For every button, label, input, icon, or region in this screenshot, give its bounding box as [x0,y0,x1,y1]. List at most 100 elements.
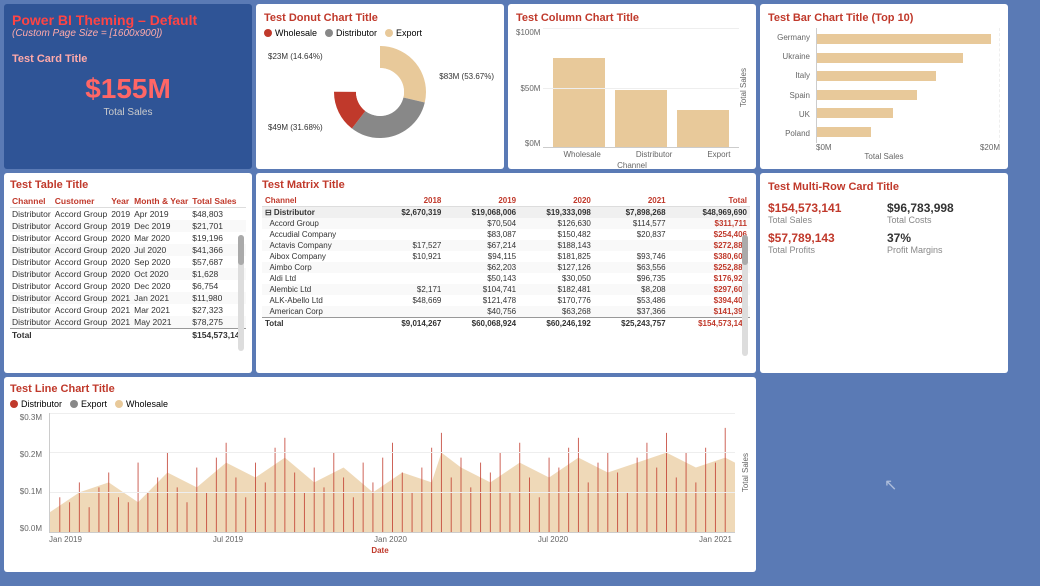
bar-poland: Poland [785,129,810,138]
h-bar-ukraine [816,53,963,63]
bar-distributor [615,90,667,148]
total-profits-label: Total Profits [768,245,881,255]
table-row: DistributorAccord Group2020Mar 2020$19,1… [10,232,246,244]
line-card: Test Line Chart Title Distributor Export… [4,377,756,572]
matrix-row: Aimbo Corp$62,203$127,126$63,556$252,885 [262,262,750,273]
cursor-indicator: ↖ [884,475,897,495]
total-costs-value: $96,783,998 [887,201,1000,215]
bar-x-ticks: $0M $20M [816,143,1000,152]
line-title: Test Line Chart Title [10,383,750,395]
bar-ukraine: Ukraine [782,52,810,61]
bar-card: Test Bar Chart Title (Top 10) Germany Uk… [760,4,1008,169]
legend-wholesale: Wholesale [264,28,317,38]
total-profits-value: $57,789,143 [768,231,881,245]
table-title: Test Table Title [10,179,246,191]
multirow-total-costs: $96,783,998 Total Costs [887,201,1000,225]
column-title: Test Column Chart Title [516,12,748,24]
main-title: Power BI Theming – Default [12,12,244,28]
bar-title: Test Bar Chart Title (Top 10) [768,12,1000,24]
x-jan2020: Jan 2020 [374,535,407,544]
x-label-export: Export [707,150,730,159]
matrix-row: Actavis Company$17,527$67,214$188,143$27… [262,240,750,251]
matrix-title: Test Matrix Title [262,179,750,191]
h-bar-poland [816,127,871,137]
segment-label-1: $23M (14.64%) [268,52,323,61]
bar-italy: Italy [795,71,810,80]
line-svg [50,413,735,532]
matrix-col-2019: 2019 [444,195,519,207]
line-y-label: Total Sales [741,453,750,492]
matrix-row: Alembic Ltd$2,171$104,741$182,481$8,208$… [262,284,750,295]
bar-y-labels: Germany Ukraine Italy Spain UK Poland [768,28,813,143]
line-y-axis: $0.3M $0.2M $0.1M $0.0M [10,413,45,533]
matrix-table: Channel 2018 2019 2020 2021 Total ⊟ Dist… [262,195,750,329]
matrix-card: Test Matrix Title Channel 2018 2019 2020… [256,173,756,373]
legend-export-line: Export [70,399,107,409]
donut-chart [325,37,435,147]
matrix-row: American Corp$40,756$63,268$37,366$141,3… [262,306,750,318]
matrix-row: Accord Group$70,504$126,630$114,577$311,… [262,218,750,229]
y-0.2m: $0.2M [20,450,42,459]
table-row: DistributorAccord Group2019Dec 2019$21,7… [10,220,246,232]
h-bar-germany [816,34,991,44]
dist-label: Distributor [21,399,62,409]
total-sales-label: Total Sales [768,215,881,225]
table-scrollbar[interactable] [238,235,244,351]
matrix-row: Aibox Company$10,921$94,115$181,825$93,7… [262,251,750,262]
bar-germany: Germany [777,33,810,42]
y-0.0m: $0.0M [20,524,42,533]
distributor-dot [325,29,333,37]
col-channel: Channel [10,195,53,208]
line-x-ticks: Jan 2019 Jul 2019 Jan 2020 Jul 2020 Jan … [49,535,732,544]
x-label-distributor: Distributor [636,150,672,159]
x-jul2019: Jul 2019 [213,535,243,544]
table-total-row: Total$154,573,141 [10,329,246,342]
table-row: DistributorAccord Group2020Sep 2020$57,6… [10,256,246,268]
x-jan2019: Jan 2019 [49,535,82,544]
dashboard: Power BI Theming – Default (Custom Page … [0,0,1040,586]
h-bar-italy [816,71,936,81]
h-bar-uk [816,108,893,118]
table-card: Test Table Title Channel Customer Year M… [4,173,252,373]
total-costs-label: Total Costs [887,215,1000,225]
x-label-wholesale: Wholesale [564,150,601,159]
wholesale-label: Wholesale [275,28,317,38]
bar-export [677,110,729,148]
bar-x-20m: $20M [980,143,1000,152]
x-jan2021: Jan 2021 [699,535,732,544]
donut-title: Test Donut Chart Title [264,12,496,24]
matrix-row: ALK-Abello Ltd$48,669$121,478$170,776$53… [262,295,750,306]
total-sales-value: $154,573,141 [768,201,881,215]
table-row: DistributorAccord Group2021May 2021$78,2… [10,316,246,329]
profit-margins-label: Profit Margins [887,245,1000,255]
kpi-card-title: Test Card Title [12,53,244,65]
table-row: DistributorAccord Group2020Oct 2020$1,62… [10,268,246,280]
multirow-grid: $154,573,141 Total Sales $96,783,998 Tot… [768,201,1000,255]
table-row: DistributorAccord Group2021Jan 2021$11,9… [10,292,246,304]
multirow-total-sales: $154,573,141 Total Sales [768,201,881,225]
multirow-title: Test Multi-Row Card Title [768,181,1000,193]
bar-uk: UK [799,110,810,119]
h-bar-spain [816,90,917,100]
kpi-label: Total Sales [12,107,244,118]
scrollbar-thumb [238,235,244,265]
export-dot [385,29,393,37]
bar-spain: Spain [790,91,810,100]
sub-title: (Custom Page Size = [1600x900]) [12,28,244,39]
line-x-axis-label: Date [10,546,750,555]
matrix-row: Accudial Company$83,087$150,482$20,837$2… [262,229,750,240]
line-legend: Distributor Export Wholesale [10,399,750,409]
table-row: DistributorAccord Group2019Apr 2019$48,8… [10,208,246,221]
bar-wholesale [553,58,605,148]
y-0.3m: $0.3M [20,413,42,422]
kpi-value: $155M [12,73,244,105]
whole-label: Wholesale [126,399,168,409]
matrix-total-row: Total $9,014,267 $60,068,924 $60,246,192… [262,318,750,330]
table-row: DistributorAccord Group2021Mar 2021$27,3… [10,304,246,316]
segment-label-2: $49M (31.68%) [268,123,323,132]
matrix-scrollbar-thumb [742,235,748,265]
matrix-col-total: Total [669,195,750,207]
empty-cell: ↖ [760,377,1008,572]
exp-dot [70,400,78,408]
matrix-scrollbar[interactable] [742,235,748,356]
